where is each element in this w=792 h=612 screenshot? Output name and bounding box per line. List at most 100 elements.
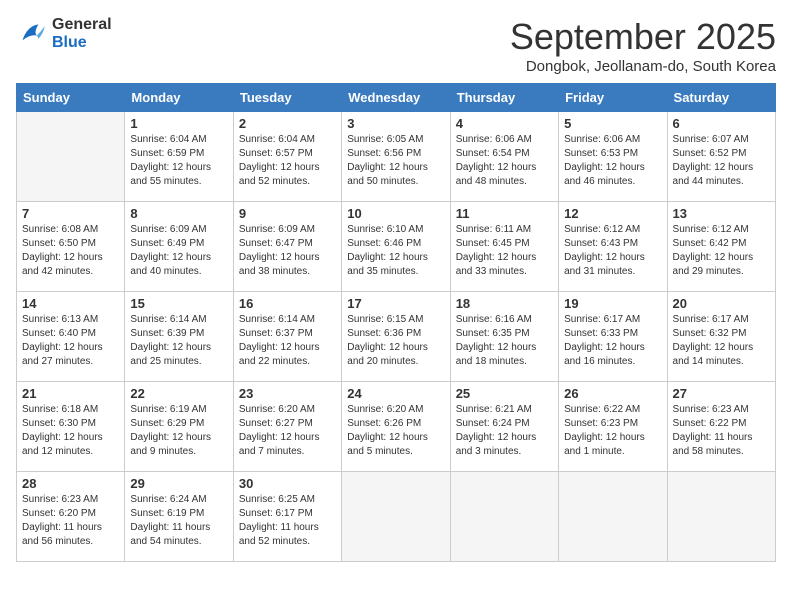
day-number: 4 — [456, 116, 553, 131]
day-number: 2 — [239, 116, 336, 131]
calendar-cell: 3 Sunrise: 6:05 AMSunset: 6:56 PMDaylight… — [342, 112, 450, 202]
cell-info: Sunrise: 6:04 AMSunset: 6:57 PMDaylight:… — [239, 133, 336, 189]
calendar-cell: 4 Sunrise: 6:06 AMSunset: 6:54 PMDaylight… — [450, 112, 558, 202]
month-title: September 2025 — [510, 16, 776, 58]
cell-info: Sunrise: 6:12 AMSunset: 6:42 PMDaylight:… — [673, 223, 770, 279]
cell-info: Sunrise: 6:23 AMSunset: 6:22 PMDaylight:… — [673, 403, 770, 459]
calendar-cell — [17, 112, 125, 202]
calendar-cell: 28Sunrise: 6:23 AMSunset: 6:20 PMDayligh… — [17, 472, 125, 562]
cell-info: Sunrise: 6:16 AMSunset: 6:35 PMDaylight:… — [456, 313, 553, 369]
cell-info: Sunrise: 6:05 AMSunset: 6:56 PMDaylight:… — [347, 133, 444, 189]
cell-info: Sunrise: 6:08 AMSunset: 6:50 PMDaylight:… — [22, 223, 119, 279]
calendar-cell: 15 Sunrise: 6:14 AMSunset: 6:39 PMDayligh… — [125, 292, 233, 382]
calendar-table: SundayMondayTuesdayWednesdayThursdayFrid… — [16, 83, 776, 562]
cell-info: Sunrise: 6:12 AMSunset: 6:43 PMDaylight:… — [564, 223, 661, 279]
page-header: General Blue September 2025 Dongbok, Jeo… — [16, 16, 776, 75]
cell-info: Sunrise: 6:14 AMSunset: 6:37 PMDaylight:… — [239, 313, 336, 369]
calendar-cell — [559, 472, 667, 562]
cell-info: Sunrise: 6:06 AMSunset: 6:53 PMDaylight:… — [564, 133, 661, 189]
day-number: 10 — [347, 206, 444, 221]
calendar-cell: 24 Sunrise: 6:20 AMSunset: 6:26 PMDayligh… — [342, 382, 450, 472]
calendar-cell: 9 Sunrise: 6:09 AMSunset: 6:47 PMDaylight… — [233, 202, 341, 292]
calendar-cell: 20Sunrise: 6:17 AMSunset: 6:32 PMDayligh… — [667, 292, 775, 382]
calendar-cell: 5 Sunrise: 6:06 AMSunset: 6:53 PMDaylight… — [559, 112, 667, 202]
calendar-cell: 10 Sunrise: 6:10 AMSunset: 6:46 PMDayligh… — [342, 202, 450, 292]
cell-info: Sunrise: 6:04 AMSunset: 6:59 PMDaylight:… — [130, 133, 227, 189]
day-number: 28 — [22, 476, 119, 491]
calendar-cell: 17 Sunrise: 6:15 AMSunset: 6:36 PMDayligh… — [342, 292, 450, 382]
day-number: 13 — [673, 206, 770, 221]
calendar-cell: 16 Sunrise: 6:14 AMSunset: 6:37 PMDayligh… — [233, 292, 341, 382]
calendar-cell: 11Sunrise: 6:11 AMSunset: 6:45 PMDayligh… — [450, 202, 558, 292]
cell-info: Sunrise: 6:13 AMSunset: 6:40 PMDaylight:… — [22, 313, 119, 369]
title-block: September 2025 Dongbok, Jeollanam-do, So… — [510, 16, 776, 75]
cell-info: Sunrise: 6:19 AMSunset: 6:29 PMDaylight:… — [130, 403, 227, 459]
day-number: 27 — [673, 386, 770, 401]
cell-info: Sunrise: 6:20 AMSunset: 6:27 PMDaylight:… — [239, 403, 336, 459]
calendar-cell: 22Sunrise: 6:19 AMSunset: 6:29 PMDayligh… — [125, 382, 233, 472]
day-number: 5 — [564, 116, 661, 131]
calendar-cell: 2 Sunrise: 6:04 AMSunset: 6:57 PMDaylight… — [233, 112, 341, 202]
day-number: 29 — [130, 476, 227, 491]
calendar-cell: 18 Sunrise: 6:16 AMSunset: 6:35 PMDayligh… — [450, 292, 558, 382]
day-header-wednesday: Wednesday — [342, 84, 450, 112]
day-number: 9 — [239, 206, 336, 221]
day-number: 6 — [673, 116, 770, 131]
day-number: 14 — [22, 296, 119, 311]
calendar-week-1: 1 Sunrise: 6:04 AMSunset: 6:59 PMDaylight… — [17, 112, 776, 202]
calendar-body: 1 Sunrise: 6:04 AMSunset: 6:59 PMDaylight… — [17, 112, 776, 562]
cell-info: Sunrise: 6:09 AMSunset: 6:47 PMDaylight:… — [239, 223, 336, 279]
calendar-cell: 6 Sunrise: 6:07 AMSunset: 6:52 PMDaylight… — [667, 112, 775, 202]
calendar-cell: 12 Sunrise: 6:12 AMSunset: 6:43 PMDayligh… — [559, 202, 667, 292]
calendar-week-5: 28Sunrise: 6:23 AMSunset: 6:20 PMDayligh… — [17, 472, 776, 562]
calendar-cell — [450, 472, 558, 562]
day-number: 18 — [456, 296, 553, 311]
calendar-cell: 19Sunrise: 6:17 AMSunset: 6:33 PMDayligh… — [559, 292, 667, 382]
day-number: 3 — [347, 116, 444, 131]
cell-info: Sunrise: 6:06 AMSunset: 6:54 PMDaylight:… — [456, 133, 553, 189]
day-number: 26 — [564, 386, 661, 401]
cell-info: Sunrise: 6:21 AMSunset: 6:24 PMDaylight:… — [456, 403, 553, 459]
cell-info: Sunrise: 6:17 AMSunset: 6:32 PMDaylight:… — [673, 313, 770, 369]
calendar-cell: 29Sunrise: 6:24 AMSunset: 6:19 PMDayligh… — [125, 472, 233, 562]
cell-info: Sunrise: 6:15 AMSunset: 6:36 PMDaylight:… — [347, 313, 444, 369]
cell-info: Sunrise: 6:25 AMSunset: 6:17 PMDaylight:… — [239, 493, 336, 549]
calendar-cell — [667, 472, 775, 562]
day-number: 19 — [564, 296, 661, 311]
calendar-header-row: SundayMondayTuesdayWednesdayThursdayFrid… — [17, 84, 776, 112]
day-number: 17 — [347, 296, 444, 311]
cell-info: Sunrise: 6:11 AMSunset: 6:45 PMDaylight:… — [456, 223, 553, 279]
day-number: 21 — [22, 386, 119, 401]
cell-info: Sunrise: 6:18 AMSunset: 6:30 PMDaylight:… — [22, 403, 119, 459]
day-header-sunday: Sunday — [17, 84, 125, 112]
logo-icon — [16, 18, 48, 50]
day-number: 16 — [239, 296, 336, 311]
day-number: 25 — [456, 386, 553, 401]
cell-info: Sunrise: 6:10 AMSunset: 6:46 PMDaylight:… — [347, 223, 444, 279]
day-number: 15 — [130, 296, 227, 311]
day-number: 23 — [239, 386, 336, 401]
calendar-cell: 25 Sunrise: 6:21 AMSunset: 6:24 PMDayligh… — [450, 382, 558, 472]
cell-info: Sunrise: 6:14 AMSunset: 6:39 PMDaylight:… — [130, 313, 227, 369]
calendar-cell: 27 Sunrise: 6:23 AMSunset: 6:22 PMDayligh… — [667, 382, 775, 472]
calendar-week-2: 7 Sunrise: 6:08 AMSunset: 6:50 PMDaylight… — [17, 202, 776, 292]
day-number: 7 — [22, 206, 119, 221]
day-number: 1 — [130, 116, 227, 131]
calendar-cell: 7 Sunrise: 6:08 AMSunset: 6:50 PMDaylight… — [17, 202, 125, 292]
cell-info: Sunrise: 6:09 AMSunset: 6:49 PMDaylight:… — [130, 223, 227, 279]
calendar-cell: 21 Sunrise: 6:18 AMSunset: 6:30 PMDayligh… — [17, 382, 125, 472]
day-header-thursday: Thursday — [450, 84, 558, 112]
calendar-cell — [342, 472, 450, 562]
calendar-cell: 30Sunrise: 6:25 AMSunset: 6:17 PMDayligh… — [233, 472, 341, 562]
calendar-week-3: 14 Sunrise: 6:13 AMSunset: 6:40 PMDayligh… — [17, 292, 776, 382]
location: Dongbok, Jeollanam-do, South Korea — [510, 58, 776, 75]
day-header-friday: Friday — [559, 84, 667, 112]
logo-text: General Blue — [52, 16, 112, 52]
day-number: 12 — [564, 206, 661, 221]
cell-info: Sunrise: 6:20 AMSunset: 6:26 PMDaylight:… — [347, 403, 444, 459]
cell-info: Sunrise: 6:22 AMSunset: 6:23 PMDaylight:… — [564, 403, 661, 459]
calendar-cell: 26 Sunrise: 6:22 AMSunset: 6:23 PMDayligh… — [559, 382, 667, 472]
day-header-monday: Monday — [125, 84, 233, 112]
cell-info: Sunrise: 6:07 AMSunset: 6:52 PMDaylight:… — [673, 133, 770, 189]
day-number: 24 — [347, 386, 444, 401]
